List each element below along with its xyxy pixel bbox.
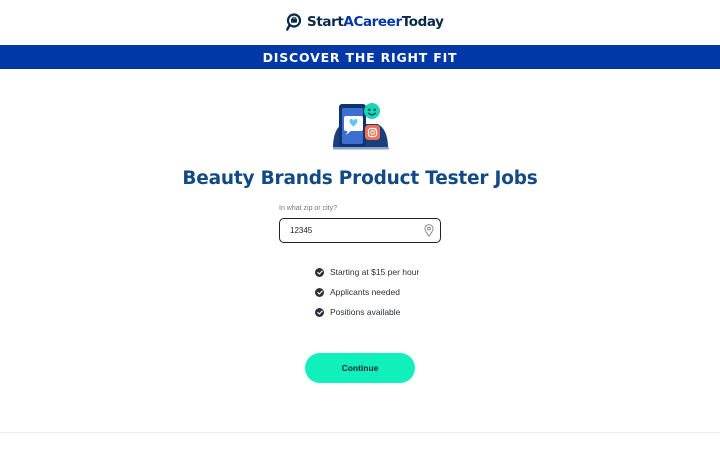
check-circle-icon [315,267,324,277]
page-title: Beauty Brands Product Tester Jobs [182,168,538,189]
benefit-text: Applicants needed [330,287,400,297]
location-pin-icon[interactable] [424,224,434,237]
benefit-text: Positions available [330,307,401,317]
check-circle-icon [315,287,324,297]
benefit-item: Positions available [315,307,419,317]
benefit-item: Applicants needed [315,287,419,297]
zip-input[interactable] [279,218,441,243]
benefit-text: Starting at $15 per hour [330,267,420,277]
check-circle-icon [315,307,324,317]
benefits-list: Starting at $15 per hour Applicants need… [315,267,419,327]
magnifier-briefcase-icon [286,13,302,31]
site-header: StartACareerToday [0,0,720,45]
benefit-item: Starting at $15 per hour [315,267,419,277]
site-logo[interactable]: StartACareerToday [286,12,444,32]
footer-divider [0,432,720,433]
logo-text-acareer: ACareer [343,14,402,30]
phone-chat-illustration [333,103,389,150]
discover-banner: DISCOVER THE RIGHT FIT [0,45,720,69]
logo-text-today: Today [401,14,444,30]
zip-field-label: In what zip or city? [279,205,337,212]
banner-text: DISCOVER THE RIGHT FIT [262,49,458,65]
logo-text-start: Start [307,14,344,30]
continue-button[interactable]: Continue [305,353,415,383]
logo-text: StartACareerToday [307,14,444,30]
